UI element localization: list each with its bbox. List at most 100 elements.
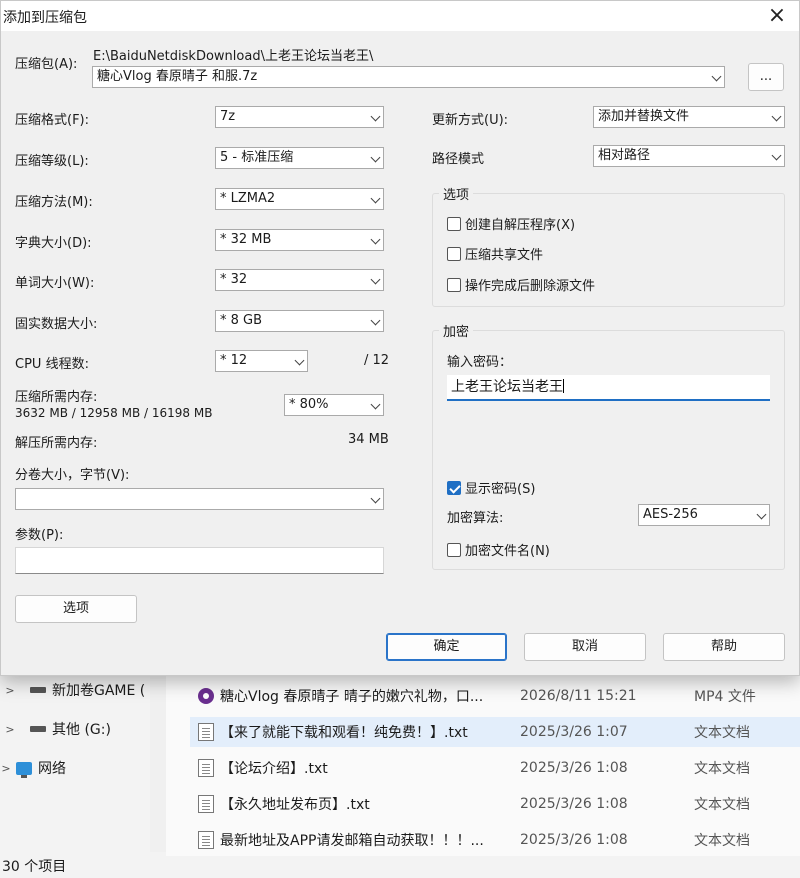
delete-source-label: 操作完成后删除源文件 (465, 279, 596, 294)
file-list: 糖心Vlog 春原晴子 晴子的嫩穴礼物，口... 2026/8/11 15:21… (166, 672, 800, 856)
cancel-button[interactable]: 取消 (524, 633, 646, 661)
file-name: 糖心Vlog 春原晴子 晴子的嫩穴礼物，口... (220, 689, 484, 705)
chevron-down-icon (370, 234, 381, 245)
chevron-down-icon (370, 399, 381, 410)
chevron-down-icon (370, 111, 381, 122)
encrypt-names-label: 加密文件名(N) (465, 544, 550, 559)
checkbox-checked-icon[interactable] (447, 480, 461, 495)
params-input[interactable] (15, 547, 384, 574)
archive-path: E:\BaiduNetdiskDownload\上老王论坛当老王\ (93, 49, 374, 64)
file-row[interactable]: 【来了就能下载和观看！纯免费！】.txt 2025/3/26 1:07 文本文档 (190, 717, 800, 747)
browse-button[interactable]: ... (748, 63, 784, 91)
file-row[interactable]: 最新地址及APP请发邮箱自动获取！！！... 2025/3/26 1:08 文本… (190, 825, 800, 855)
file-date: 2025/3/26 1:07 (520, 724, 628, 740)
encryption-group: 加密 输入密码： (432, 321, 785, 570)
password-label: 输入密码： (447, 355, 513, 370)
encrypt-names-checkbox[interactable]: 加密文件名(N) (447, 540, 550, 559)
password-input[interactable]: 上老王论坛当老王 (447, 375, 770, 401)
chevron-right-icon[interactable]: > (0, 723, 20, 736)
nav-item-other-drive[interactable]: > 其他 (G:) (0, 717, 150, 741)
checkbox-box[interactable] (447, 216, 461, 231)
path-mode-select[interactable]: 相对路径 (593, 145, 785, 167)
level-value: 5 - 标准压缩 (220, 150, 294, 165)
archive-name-value: 糖心Vlog 春原晴子 和服.7z (97, 69, 258, 84)
level-select[interactable]: 5 - 标准压缩 (215, 147, 384, 169)
update-select[interactable]: 添加并替换文件 (593, 106, 785, 128)
mem-percent-value: * 80% (289, 397, 329, 412)
file-type: 文本文档 (694, 761, 750, 777)
threads-total: / 12 (364, 353, 390, 368)
path-mode-label: 路径模式 (432, 152, 485, 167)
algo-select[interactable]: AES-256 (638, 504, 770, 526)
chevron-right-icon[interactable]: > (0, 762, 12, 775)
params-label: 参数(P): (15, 528, 64, 543)
file-row[interactable]: 糖心Vlog 春原晴子 晴子的嫩穴礼物，口... 2026/8/11 15:21… (190, 681, 800, 711)
chevron-down-icon (711, 71, 722, 82)
ok-button[interactable]: 确定 (386, 633, 507, 661)
file-name: 【论坛介绍】.txt (220, 761, 328, 777)
update-value: 添加并替换文件 (598, 109, 690, 124)
file-name: 【永久地址发布页】.txt (220, 797, 370, 813)
shared-files-checkbox[interactable]: 压缩共享文件 (447, 244, 543, 263)
nav-scrollbar[interactable] (150, 672, 166, 852)
close-icon[interactable]: × (755, 1, 799, 31)
chevron-down-icon (771, 150, 782, 161)
show-password-checkbox[interactable]: 显示密码(S) (447, 478, 535, 497)
threads-select[interactable]: * 12 (215, 350, 308, 372)
solid-select[interactable]: * 8 GB (215, 310, 384, 332)
nav-item-label: 新加卷GAME ( (52, 683, 146, 699)
mem-decompress-label: 解压所需内存: (15, 436, 98, 451)
mem-compress-label: 压缩所需内存: (15, 390, 98, 405)
solid-label: 固实数据大小: (15, 317, 98, 332)
shared-files-label: 压缩共享文件 (465, 248, 544, 263)
text-file-icon (198, 723, 214, 741)
file-date: 2025/3/26 1:08 (520, 832, 628, 848)
split-select[interactable] (15, 488, 384, 510)
add-to-archive-dialog: 添加到压缩包 × 压缩包(A): E:\BaiduNetdiskDownload… (0, 0, 800, 676)
checkbox-box[interactable] (447, 542, 461, 557)
format-select[interactable]: 7z (215, 106, 384, 128)
drive-icon (30, 687, 46, 693)
file-row[interactable]: 【论坛介绍】.txt 2025/3/26 1:08 文本文档 (190, 753, 800, 783)
nav-item-label: 网络 (38, 761, 66, 777)
word-value: * 32 (220, 272, 248, 287)
chevron-right-icon[interactable]: > (0, 684, 20, 697)
archive-name-combo[interactable]: 糖心Vlog 春原晴子 和服.7z (92, 66, 725, 88)
checkbox-box[interactable] (447, 246, 461, 261)
text-caret (563, 379, 564, 393)
method-label: 压缩方法(M): (15, 195, 93, 210)
algo-value: AES-256 (643, 507, 698, 522)
checkbox-box[interactable] (447, 277, 461, 292)
text-file-icon (198, 759, 214, 777)
show-password-label: 显示密码(S) (465, 482, 536, 497)
file-date: 2025/3/26 1:08 (520, 760, 628, 776)
chevron-down-icon (370, 152, 381, 163)
help-button[interactable]: 帮助 (663, 633, 785, 661)
sfx-checkbox[interactable]: 创建自解压程序(X) (447, 214, 575, 233)
threads-label: CPU 线程数: (15, 357, 89, 372)
method-select[interactable]: * LZMA2 (215, 188, 384, 210)
mem-decompress-value: 34 MB (348, 432, 389, 447)
level-label: 压缩等级(L): (15, 154, 89, 169)
file-type: 文本文档 (694, 797, 750, 813)
mem-percent-select[interactable]: * 80% (284, 394, 384, 416)
chevron-down-icon (756, 509, 767, 520)
drive-icon (30, 726, 46, 732)
nav-item-label: 其他 (G:) (52, 722, 111, 738)
word-select[interactable]: * 32 (215, 269, 384, 291)
split-label: 分卷大小，字节(V): (15, 468, 130, 483)
file-row[interactable]: 【永久地址发布页】.txt 2025/3/26 1:08 文本文档 (190, 789, 800, 819)
nav-item-game-drive[interactable]: > 新加卷GAME ( (0, 678, 150, 702)
nav-item-network[interactable]: > 网络 (0, 756, 150, 780)
encryption-group-title: 加密 (439, 321, 474, 340)
file-name: 【来了就能下载和观看！纯免费！】.txt (220, 725, 468, 741)
algo-label: 加密算法: (447, 511, 504, 526)
method-value: * LZMA2 (220, 191, 276, 206)
word-label: 单词大小(W): (15, 276, 95, 291)
options-button[interactable]: 选项 (15, 595, 137, 623)
dict-select[interactable]: * 32 MB (215, 229, 384, 251)
title-bar[interactable]: 添加到压缩包 × (1, 1, 799, 31)
file-type: 文本文档 (694, 833, 750, 849)
delete-source-checkbox[interactable]: 操作完成后删除源文件 (447, 275, 595, 294)
text-file-icon (198, 795, 214, 813)
